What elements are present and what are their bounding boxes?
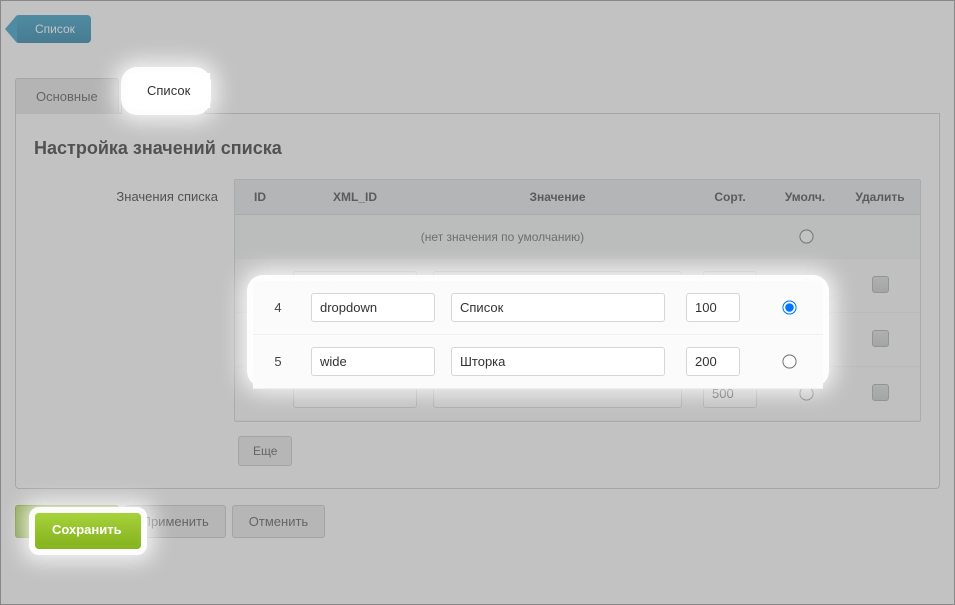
th-sort: Сорт. <box>690 180 770 215</box>
tab-list[interactable]: Список <box>121 78 206 114</box>
row1-default-radio[interactable] <box>799 332 813 346</box>
row1-xml-input[interactable] <box>293 325 417 354</box>
no-default-text: (нет значения по умолчанию) <box>235 215 770 259</box>
row0-xml-input[interactable] <box>293 271 417 300</box>
apply-button[interactable]: Применить <box>125 505 226 538</box>
row1-delete-checkbox[interactable] <box>872 330 889 347</box>
page-title: Настройка значений списка <box>34 138 921 159</box>
row1-sort-input[interactable] <box>703 325 757 354</box>
panel: Настройка значений списка Значения списк… <box>15 114 940 489</box>
no-default-row: (нет значения по умолчанию) <box>235 215 920 259</box>
radio-no-default[interactable] <box>799 229 813 243</box>
tabs: Основные Список <box>15 77 940 114</box>
new-delete-checkbox[interactable] <box>872 384 889 401</box>
th-default: Умолч. <box>770 180 840 215</box>
save-button[interactable]: Сохранить <box>15 505 119 538</box>
new-sort-input[interactable] <box>703 379 757 408</box>
tab-main-label: Основные <box>36 89 98 104</box>
row0-value-input[interactable] <box>433 271 682 300</box>
new-value-input[interactable] <box>433 379 682 408</box>
th-value: Значение <box>425 180 690 215</box>
cancel-button-label: Отменить <box>249 514 308 529</box>
side-label: Значения списка <box>34 179 234 204</box>
more-button[interactable]: Еще <box>238 436 292 466</box>
th-id: ID <box>235 180 285 215</box>
save-button-label: Сохранить <box>32 514 102 529</box>
back-button[interactable]: Список <box>15 15 91 43</box>
new-xml-input[interactable] <box>293 379 417 408</box>
table-row-new <box>235 367 920 421</box>
new-default-radio[interactable] <box>799 386 813 400</box>
more-button-label: Еще <box>253 444 277 458</box>
row0-delete-checkbox[interactable] <box>872 276 889 293</box>
back-button-label: Список <box>35 22 75 36</box>
row0-sort-input[interactable] <box>703 271 757 300</box>
row1-id: 5 <box>235 313 285 367</box>
tab-list-label: Список <box>142 89 185 104</box>
row0-default-radio[interactable] <box>799 278 813 292</box>
table-row: 5 <box>235 313 920 367</box>
th-xml: XML_ID <box>285 180 425 215</box>
th-delete: Удалить <box>840 180 920 215</box>
tab-main[interactable]: Основные <box>15 78 119 114</box>
row0-id: 4 <box>235 259 285 313</box>
table-row: 4 <box>235 259 920 313</box>
value-table: ID XML_ID Значение Сорт. Умолч. Удалить <box>234 179 921 422</box>
cancel-button[interactable]: Отменить <box>232 505 325 538</box>
actions: Сохранить Применить Отменить <box>15 505 940 538</box>
row1-value-input[interactable] <box>433 325 682 354</box>
apply-button-label: Применить <box>142 514 209 529</box>
